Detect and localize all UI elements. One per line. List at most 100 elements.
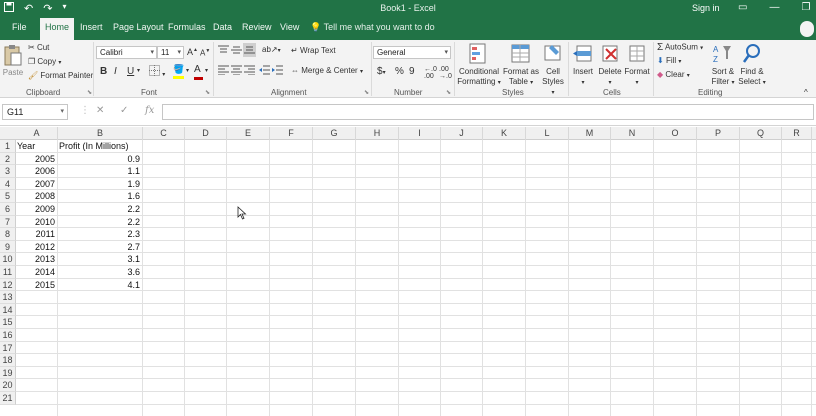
wrap-text-button[interactable]: ↵ Wrap Text — [291, 46, 336, 55]
tab-view[interactable]: View — [280, 22, 299, 32]
copy-button[interactable]: ❐ Copy ▾ — [28, 57, 61, 66]
fill-button[interactable]: ⬇ Fill ▾ — [657, 56, 681, 65]
cell-a2[interactable]: 2005 — [16, 153, 55, 166]
column-header-e[interactable]: E — [227, 127, 270, 140]
row-header-3[interactable]: 3 — [0, 165, 16, 178]
cell-a1[interactable]: Year — [17, 140, 35, 153]
paste-button[interactable]: Paste — [2, 44, 24, 78]
decrease-font-size-button[interactable]: A▼ — [200, 48, 210, 58]
row-header-13[interactable]: 13 — [0, 291, 16, 304]
row-header-18[interactable]: 18 — [0, 354, 16, 367]
column-header-a[interactable]: A — [16, 127, 58, 140]
align-center-button[interactable] — [231, 65, 242, 77]
fill-color-button[interactable]: 🪣 — [173, 64, 184, 79]
cell-a3[interactable]: 2006 — [16, 165, 55, 178]
format-painter-button[interactable]: 🖌 Format Painter — [28, 71, 93, 80]
cell-a8[interactable]: 2011 — [16, 228, 55, 241]
format-cells-button[interactable]: Format ▾ — [623, 43, 651, 88]
column-header-r[interactable]: R — [782, 127, 812, 140]
cell-b2[interactable]: 0.9 — [58, 153, 140, 166]
increase-decimal-button[interactable]: ←.0.00 — [424, 66, 437, 80]
cell-a9[interactable]: 2012 — [16, 241, 55, 254]
increase-font-size-button[interactable]: A▲ — [187, 47, 198, 57]
sign-in-link[interactable]: Sign in — [692, 3, 720, 13]
column-header-o[interactable]: O — [654, 127, 697, 140]
tab-page-layout[interactable]: Page Layout — [113, 22, 164, 32]
font-launcher-icon[interactable]: ⬊ — [205, 89, 210, 96]
row-header-2[interactable]: 2 — [0, 152, 16, 166]
tab-data[interactable]: Data — [213, 22, 232, 32]
row-header-5[interactable]: 5 — [0, 190, 16, 203]
row-header-11[interactable]: 11 — [0, 266, 16, 279]
cell-b4[interactable]: 1.9 — [58, 178, 140, 191]
maximize-icon[interactable]: ❐ — [801, 2, 810, 13]
formula-input[interactable] — [162, 104, 814, 120]
name-box[interactable]: G11 ▾ — [2, 104, 68, 120]
autosum-button[interactable]: Σ AutoSum ▾ — [657, 42, 703, 53]
cell-b1[interactable]: Profit (In Millions) — [59, 140, 129, 153]
cell-b9[interactable]: 2.7 — [58, 241, 140, 254]
tab-review[interactable]: Review — [242, 22, 272, 32]
column-header-c[interactable]: C — [143, 127, 185, 140]
column-header-i[interactable]: I — [399, 127, 441, 140]
tab-formulas[interactable]: Formulas — [168, 22, 206, 32]
worksheet-grid[interactable]: ABCDEFGHIJKLMNOPQR 1 2 3 4 5 6 7 8 9 10 11 12 13 14 15… — [0, 127, 816, 416]
cancel-entry-icon[interactable]: ✕ — [96, 105, 104, 116]
number-launcher-icon[interactable]: ⬊ — [446, 89, 451, 96]
cell-b11[interactable]: 3.6 — [58, 266, 140, 279]
row-header-1[interactable]: 1 — [0, 140, 16, 153]
align-right-button[interactable] — [244, 65, 255, 77]
cell-a6[interactable]: 2009 — [16, 203, 55, 216]
cell-b7[interactable]: 2.2 — [58, 216, 140, 229]
column-header-n[interactable]: N — [611, 127, 654, 140]
column-header-p[interactable]: P — [697, 127, 740, 140]
cell-a10[interactable]: 2013 — [16, 253, 55, 266]
ribbon-display-icon[interactable]: ▭ — [738, 2, 747, 13]
font-name-combo[interactable]: Calibri ▾ — [96, 46, 157, 59]
clear-button[interactable]: ◆ Clear ▾ — [657, 70, 690, 79]
sort-filter-button[interactable]: AZ Sort & Filter ▾ — [708, 43, 738, 88]
collapse-ribbon-icon[interactable]: ^ — [804, 88, 808, 97]
decrease-indent-button[interactable] — [259, 65, 270, 77]
column-header-q[interactable]: Q — [740, 127, 782, 140]
cell-b10[interactable]: 3.1 — [58, 253, 140, 266]
cell-a7[interactable]: 2010 — [16, 216, 55, 229]
row-header-8[interactable]: 8 — [0, 228, 16, 241]
cell-styles-button[interactable]: Cell Styles ▾ — [540, 43, 566, 98]
delete-cells-button[interactable]: Delete ▾ — [596, 43, 624, 88]
confirm-entry-icon[interactable]: ✓ — [120, 105, 128, 116]
alignment-launcher-icon[interactable]: ⬊ — [364, 89, 369, 96]
fill-color-options-icon[interactable]: ▾ — [186, 67, 189, 74]
font-size-combo[interactable]: 11 ▾ — [157, 46, 184, 59]
cell-a5[interactable]: 2008 — [16, 190, 55, 203]
row-header-4[interactable]: 4 — [0, 177, 16, 191]
underline-button[interactable]: U — [127, 66, 134, 77]
minimize-icon[interactable]: — — [769, 2, 779, 13]
format-as-table-button[interactable]: Format as Table ▾ — [502, 43, 540, 88]
underline-options-icon[interactable]: ▾ — [137, 67, 140, 74]
row-header-20[interactable]: 20 — [0, 379, 16, 392]
cell-b8[interactable]: 2.3 — [58, 228, 140, 241]
tab-insert[interactable]: Insert — [80, 22, 103, 32]
row-header-16[interactable]: 16 — [0, 329, 16, 342]
insert-function-icon[interactable]: fx — [145, 105, 154, 116]
middle-align-button[interactable] — [231, 45, 242, 57]
orientation-button[interactable]: ab↗▾ — [262, 45, 281, 54]
cell-a11[interactable]: 2014 — [16, 266, 55, 279]
account-avatar-icon[interactable] — [800, 21, 814, 37]
row-header-9[interactable]: 9 — [0, 240, 16, 254]
row-header-6[interactable]: 6 — [0, 203, 16, 216]
row-header-14[interactable]: 14 — [0, 303, 16, 317]
tab-file[interactable]: File — [12, 22, 27, 32]
column-header-f[interactable]: F — [270, 127, 313, 140]
tab-home[interactable]: Home — [40, 18, 75, 40]
borders-button[interactable]: ▾ — [149, 65, 165, 78]
italic-button[interactable]: I — [114, 66, 117, 77]
number-format-combo[interactable]: General ▾ — [373, 46, 451, 59]
column-header-b[interactable]: B — [58, 127, 143, 140]
currency-button[interactable]: $▾ — [377, 66, 386, 77]
cell-b5[interactable]: 1.6 — [58, 190, 140, 203]
cut-button[interactable]: ✂ Cut — [28, 43, 49, 52]
cell-b3[interactable]: 1.1 — [58, 165, 140, 178]
font-color-options-icon[interactable]: ▾ — [205, 67, 208, 74]
